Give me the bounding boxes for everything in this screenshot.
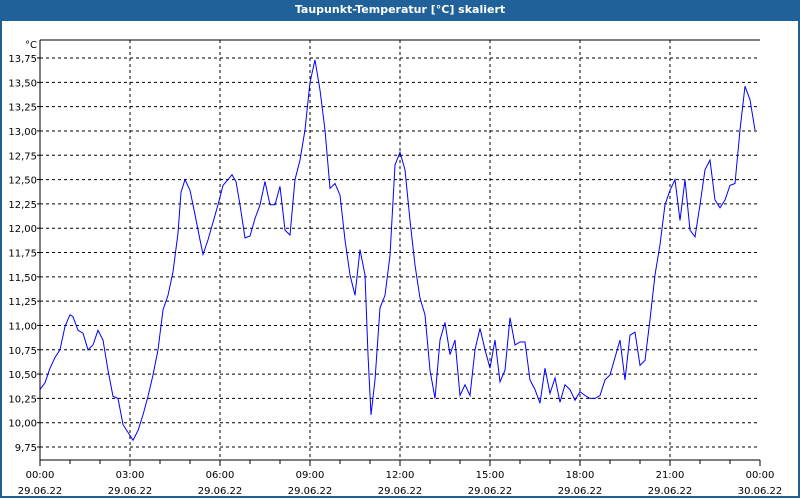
x-tick-time: 09:00 (296, 470, 325, 481)
y-tick-label: 13,75 (8, 54, 37, 65)
y-tick-label: 10,25 (8, 394, 37, 405)
y-tick-label: 10,75 (8, 346, 37, 357)
x-tick-date: 29.06.22 (18, 486, 63, 497)
y-tick-label: 12,75 (8, 151, 37, 162)
y-tick-label: 11,75 (8, 249, 37, 260)
x-tick-time: 03:00 (116, 470, 145, 481)
x-tick-time: 21:00 (656, 470, 685, 481)
chart-canvas: °C 9,75 10,00 10,25 10,50 10,75 11,00 11,25 11,… (8, 39, 783, 497)
x-tick-date: 30.06.22 (738, 486, 783, 497)
x-tick-time: 15:00 (476, 470, 505, 481)
x-tick-date: 29.06.22 (378, 486, 423, 497)
y-tick-label: 11,00 (8, 321, 37, 332)
y-tick-label: 13,25 (8, 103, 37, 114)
x-tick-date: 29.06.22 (648, 486, 693, 497)
x-tick-time: 00:00 (746, 470, 775, 481)
y-tick-label: 11,50 (8, 273, 37, 284)
y-tick-label: 10,50 (8, 370, 37, 381)
x-tick-date: 29.06.22 (198, 486, 243, 497)
y-tick-label: 10,00 (8, 419, 37, 430)
y-tick-label: 12,00 (8, 224, 37, 235)
x-tick-time: 18:00 (566, 470, 595, 481)
x-tick-date: 29.06.22 (468, 486, 513, 497)
y-tick-label: 9,75 (15, 443, 37, 454)
y-tick-label: 12,25 (8, 200, 37, 211)
y-axis-unit: °C (25, 40, 37, 51)
x-tick-time: 12:00 (386, 470, 415, 481)
x-tick-date: 29.06.22 (558, 486, 603, 497)
x-tick-time: 06:00 (206, 470, 235, 481)
y-tick-label: 13,50 (8, 78, 37, 89)
x-tick-date: 29.06.22 (288, 486, 333, 497)
series-line-taupunkt (39, 59, 756, 442)
x-tick-time: 00:00 (26, 470, 55, 481)
y-tick-label: 12,50 (8, 176, 37, 187)
y-tick-label: 11,25 (8, 297, 37, 308)
x-tick-date: 29.06.22 (108, 486, 153, 497)
y-tick-label: 13,00 (8, 127, 37, 138)
